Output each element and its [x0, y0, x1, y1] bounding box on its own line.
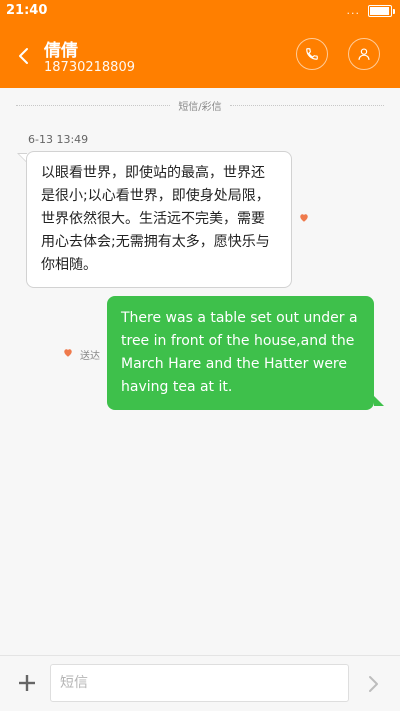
- conversation-header: 倩倩 18730218809: [0, 24, 400, 88]
- status-icons: ...: [346, 4, 395, 17]
- send-button[interactable]: [362, 672, 386, 696]
- plus-icon: [19, 675, 35, 691]
- heart-icon[interactable]: [299, 213, 309, 223]
- battery-icon: [368, 4, 395, 17]
- heart-icon[interactable]: [63, 348, 73, 358]
- phone-icon: [306, 48, 318, 60]
- attach-button[interactable]: [14, 670, 40, 696]
- message-composer: [0, 655, 400, 711]
- separator-label: 短信/彩信: [178, 101, 222, 113]
- message-input[interactable]: [50, 664, 349, 702]
- status-time: 21:40: [6, 3, 48, 18]
- incoming-message-text: 以眼看世界，即使站的最高，世界还是很小;以心看世界，即使身处局限，世界依然很大。…: [41, 165, 270, 273]
- back-button[interactable]: [12, 44, 34, 68]
- status-bar: 21:40 ...: [0, 0, 400, 24]
- contact-number: 18730218809: [44, 60, 135, 75]
- person-icon: [358, 48, 370, 60]
- outgoing-message-bubble[interactable]: There was a table set out under a tree i…: [107, 296, 374, 410]
- thread-type-separator: 短信/彩信: [16, 98, 384, 113]
- separator-line: [16, 104, 171, 106]
- battery-fill: [370, 6, 389, 15]
- contact-name: 倩倩: [44, 41, 78, 61]
- outgoing-message-text: There was a table set out under a tree i…: [121, 310, 358, 395]
- incoming-message-bubble[interactable]: 以眼看世界，即使站的最高，世界还是很小;以心看世界，即使身处局限，世界依然很大。…: [26, 151, 292, 288]
- delivery-status: 送达: [80, 351, 100, 362]
- contact-info-button[interactable]: [348, 38, 380, 70]
- separator-line: [229, 104, 384, 106]
- more-dots-icon: ...: [346, 4, 360, 17]
- outgoing-bubble-tail: [374, 396, 384, 406]
- call-button[interactable]: [296, 38, 328, 70]
- back-arrow-icon: [19, 48, 28, 64]
- message-timestamp: 6-13 13:49: [28, 133, 89, 146]
- send-arrow-icon: [369, 676, 378, 692]
